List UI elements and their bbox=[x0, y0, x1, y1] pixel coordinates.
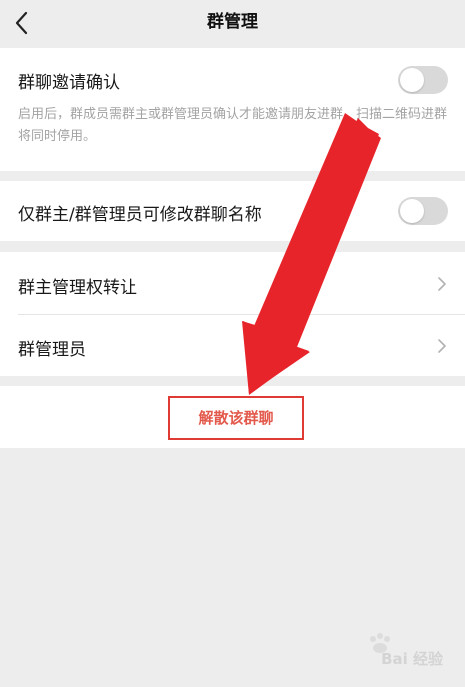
admins-label: 群管理员 bbox=[18, 340, 86, 360]
transfer-owner-label: 群主管理权转让 bbox=[18, 278, 137, 298]
rename-restrict-card: 仅群主/群管理员可修改群聊名称 bbox=[0, 181, 465, 241]
top-bar: 群管理 bbox=[0, 0, 465, 47]
invite-confirm-description: 启用后，群成员需群主或群管理员确认才能邀请朋友进群。扫描二维码进群将同时停用。 bbox=[18, 107, 448, 144]
back-arrow-icon[interactable] bbox=[10, 10, 34, 36]
rename-restrict-toggle[interactable] bbox=[398, 197, 448, 225]
chevron-right-icon bbox=[438, 339, 446, 353]
toggle-knob bbox=[400, 199, 424, 223]
invite-confirm-label: 群聊邀请确认 bbox=[18, 73, 120, 93]
dissolve-group-button[interactable]: 解散该群聊 bbox=[170, 398, 302, 438]
page-title: 群管理 bbox=[207, 12, 258, 32]
group-management-page: 群管理 群聊邀请确认 启用后，群成员需群主或群管理员确认才能邀请朋友进群。扫描二… bbox=[0, 0, 465, 687]
chevron-right-icon bbox=[438, 277, 446, 291]
watermark-text: Bai 经验 bbox=[381, 650, 443, 668]
admins-row[interactable]: 群管理员 bbox=[0, 315, 465, 376]
dissolve-card: 解散该群聊 bbox=[0, 386, 465, 448]
toggle-knob bbox=[400, 68, 424, 92]
rename-restrict-label: 仅群主/群管理员可修改群聊名称 bbox=[18, 205, 262, 225]
invite-confirm-card: 群聊邀请确认 启用后，群成员需群主或群管理员确认才能邀请朋友进群。扫描二维码进群… bbox=[0, 48, 465, 171]
invite-confirm-toggle[interactable] bbox=[398, 66, 448, 94]
admin-settings-card: 群主管理权转让 群管理员 bbox=[0, 252, 465, 376]
transfer-owner-row[interactable]: 群主管理权转让 bbox=[0, 252, 465, 314]
dissolve-highlight-box: 解散该群聊 bbox=[168, 396, 304, 440]
